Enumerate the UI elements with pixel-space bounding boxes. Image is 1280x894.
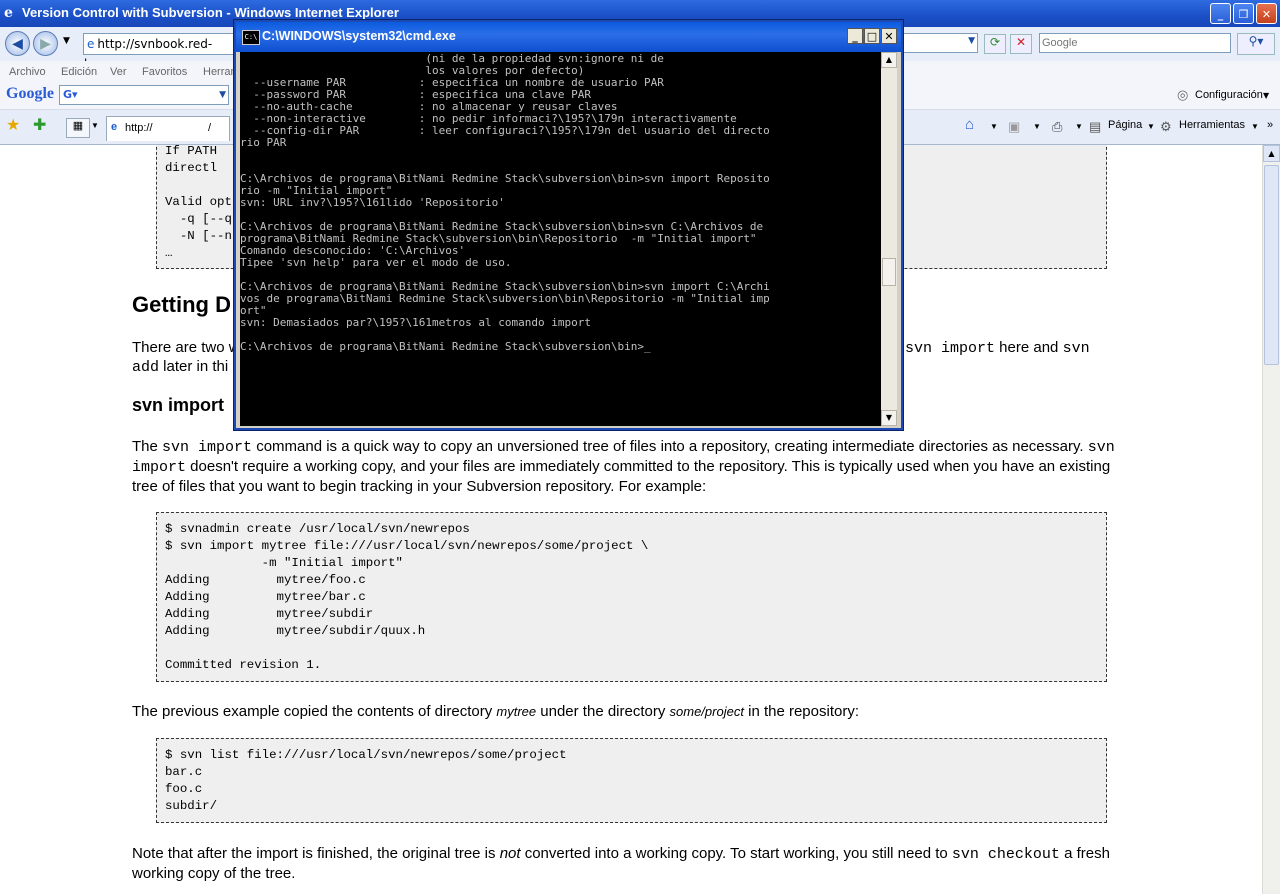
google-search-box[interactable]: G▾ ▼ [59, 85, 229, 105]
cmd-title-text: C:\WINDOWS\system32\cmd.exe [262, 29, 456, 43]
google-dropdown-icon[interactable]: ▼ [219, 86, 226, 104]
google-logo: Google [6, 85, 54, 102]
favorites-star-icon[interactable]: ★ [6, 115, 20, 135]
close-button[interactable]: ✕ [1256, 3, 1277, 24]
para-svn-import: The svn import command is a quick way to… [132, 437, 1132, 496]
scroll-up-arrow-icon[interactable]: ▲ [1263, 145, 1280, 162]
cmd-title-bar[interactable]: C:\ C:\WINDOWS\system32\cmd.exe _ □ ✕ [236, 22, 901, 52]
cmd-maximize-button[interactable]: □ [864, 28, 880, 44]
cmd-window[interactable]: C:\ C:\WINDOWS\system32\cmd.exe _ □ ✕ (n… [234, 20, 903, 430]
em-mytree: mytree [496, 704, 537, 719]
page-icon: e [87, 37, 95, 51]
page-scrollbar[interactable]: ▲ [1262, 145, 1280, 894]
cmd-window-icon: C:\ [242, 30, 260, 45]
cmd-scroll-down-icon[interactable]: ▼ [881, 410, 897, 426]
menu-ver[interactable]: Ver [110, 66, 127, 78]
tools-menu-label[interactable]: Herramientas [1179, 119, 1245, 131]
para-prev-text-a: The previous example copied the contents… [132, 703, 497, 720]
code-svn: svn [1062, 340, 1090, 357]
code-svn-import: svn import [905, 340, 996, 357]
para-ways-text-c: later in thi [159, 358, 229, 375]
heading-getting-data: Getting D [132, 292, 231, 317]
heading-svn-import: svn import [132, 395, 225, 415]
tools-dropdown-icon[interactable]: ▼ [1251, 122, 1259, 131]
cmd-console[interactable]: (ni de la propiedad svn:ignore ni de los… [240, 52, 881, 426]
quick-tabs-icon[interactable]: ▦ [66, 118, 90, 138]
address-dropdown-icon[interactable]: ▼ [968, 36, 975, 46]
home-dropdown-icon[interactable]: ▼ [990, 122, 998, 131]
scroll-thumb[interactable] [1264, 165, 1279, 365]
minimize-button[interactable]: _ [1210, 3, 1231, 24]
toolbar-overflow-icon[interactable]: » [1267, 119, 1273, 131]
code-svn-import-2: svn import [162, 439, 253, 456]
tab-url: http:// [125, 122, 153, 134]
feeds-icon[interactable]: ▣ [1008, 119, 1020, 135]
config-label[interactable]: Configuración [1195, 89, 1263, 101]
para-ways-right: svn import here and svn [905, 338, 1090, 358]
para-prev-text-b: under the directory [536, 703, 670, 720]
config-dropdown-icon[interactable]: ▼ [1263, 91, 1269, 100]
para-note: Note that after the import is finished, … [132, 844, 1122, 883]
config-gear-icon[interactable]: ◎ [1177, 88, 1188, 103]
code-svn-checkout: svn checkout [951, 846, 1060, 863]
para-note-text-b: converted into a working copy. To start … [520, 845, 952, 862]
ie-window-title: Version Control with Subversion - Window… [22, 5, 399, 20]
para-import-text-a: The [132, 438, 163, 455]
para-ways-text-b: here and [995, 339, 1063, 356]
cmd-scrollbar[interactable]: ▲ ▼ [881, 52, 897, 426]
para-previous-example: The previous example copied the contents… [132, 702, 1132, 721]
page-menu-label[interactable]: Página [1108, 119, 1142, 131]
em-not: not [499, 845, 521, 862]
menu-archivo[interactable]: Archivo [9, 66, 46, 78]
para-note-text-a: Note that after the import is finished, … [132, 845, 500, 862]
cmd-output: (ni de la propiedad svn:ignore ni de los… [240, 52, 770, 353]
add-favorite-icon[interactable]: ✚ [33, 115, 46, 135]
code-block-import: $ svnadmin create /usr/local/svn/newrepo… [156, 512, 1107, 682]
print-dropdown-icon[interactable]: ▼ [1075, 122, 1083, 131]
tools-gear-icon[interactable]: ⚙ [1160, 119, 1172, 135]
code-block-list: $ svn list file:///usr/local/svn/newrepo… [156, 738, 1107, 823]
refresh-icon[interactable]: ⟳ [984, 34, 1006, 54]
back-button[interactable]: ◀ [5, 31, 30, 56]
print-icon[interactable]: ⎙ [1052, 119, 1062, 135]
para-prev-text-c: in the repository: [743, 703, 859, 720]
address-bar-tail[interactable]: ▼ [902, 33, 978, 53]
tab-page-icon: e [111, 121, 118, 133]
para-import-text-b: command is a quick way to copy an unvers… [252, 438, 1088, 455]
page-icon[interactable]: ▤ [1089, 119, 1101, 135]
para-ways-text-a: There are two w [132, 339, 240, 356]
maximize-button[interactable]: ❐ [1233, 3, 1254, 24]
feeds-dropdown-icon[interactable]: ▼ [1033, 122, 1041, 131]
stop-icon[interactable]: ✕ [1010, 34, 1032, 54]
page-dropdown-icon[interactable]: ▼ [1147, 122, 1155, 131]
history-dropdown-icon[interactable]: ▼ [63, 36, 70, 46]
home-icon[interactable]: ⌂ [965, 116, 974, 133]
tab-list-dropdown-icon[interactable]: ▼ [91, 121, 99, 130]
cmd-close-button[interactable]: ✕ [881, 28, 897, 44]
cmd-scroll-thumb[interactable] [882, 258, 896, 286]
code-add: add [132, 359, 160, 376]
para-import-text-c: doesn't require a working copy, and your… [132, 458, 1111, 495]
forward-button[interactable]: ▶ [33, 31, 58, 56]
search-icon[interactable]: ⚲▾ [1237, 33, 1275, 55]
menu-favoritos[interactable]: Favoritos [142, 66, 187, 78]
cmd-minimize-button[interactable]: _ [847, 28, 863, 44]
ie-logo-icon: e [4, 5, 13, 21]
search-input[interactable] [1039, 33, 1231, 53]
tab-current[interactable]: e http:// / [106, 116, 230, 141]
menu-edicion[interactable]: Edición [61, 66, 97, 78]
cmd-scroll-up-icon[interactable]: ▲ [881, 52, 897, 68]
tab-url-suffix: / [208, 122, 212, 134]
google-box-label: G▾ [63, 88, 78, 101]
em-some-project: some/project [669, 704, 744, 719]
address-bar[interactable]: ehttp://svnbook.red-bean.c [83, 33, 235, 71]
